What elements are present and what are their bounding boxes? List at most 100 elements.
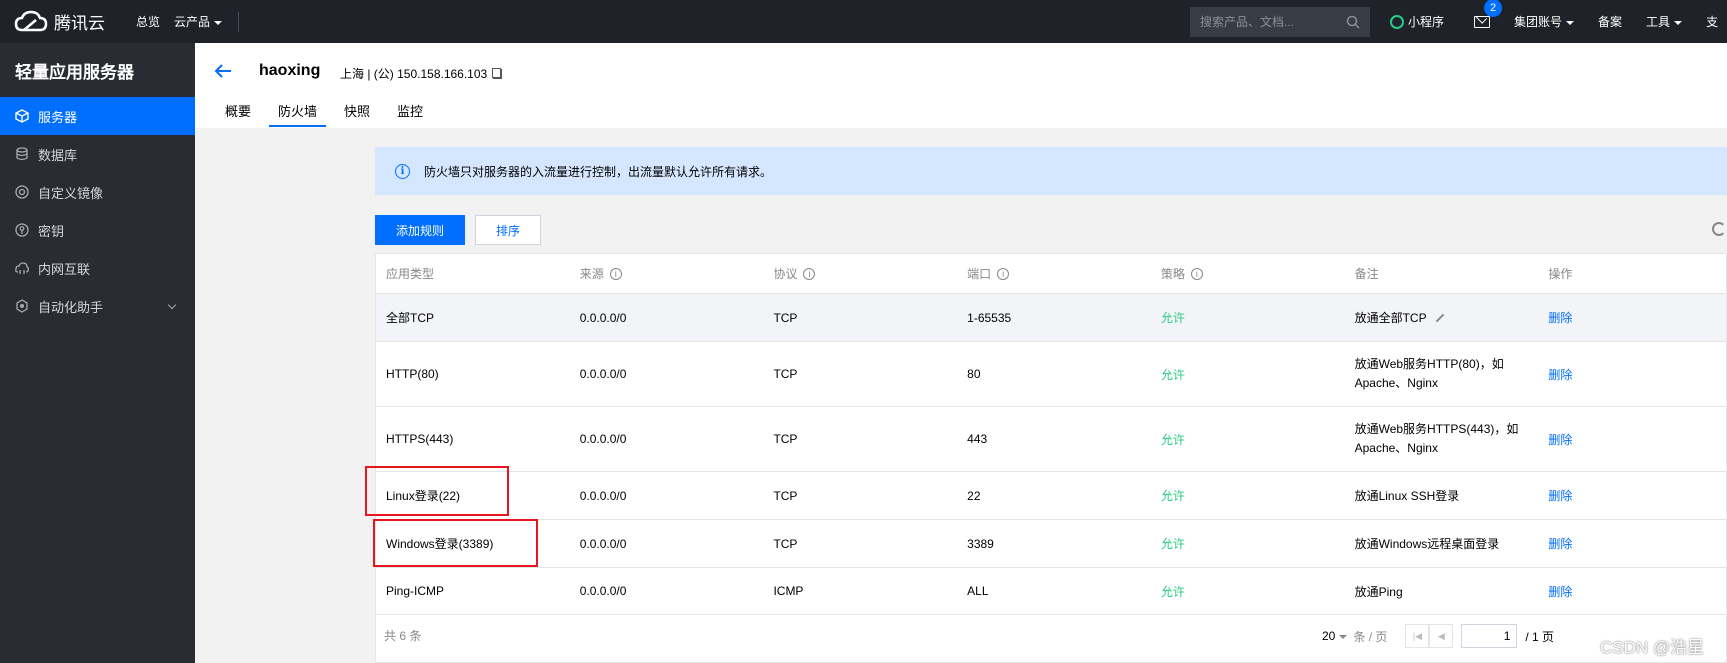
topbar-right: 搜索产品、文档... 小程序 2 集团账号 备案 工具 支 bbox=[1190, 0, 1718, 43]
table-row: HTTP(80) 0.0.0.0/0 TCP 80 允许 放通Web服务HTTP… bbox=[376, 342, 1726, 407]
total-count: 共 6 条 bbox=[384, 628, 422, 643]
sidebar-item-servers[interactable]: 服务器 bbox=[0, 97, 195, 135]
cell-source: 0.0.0.0/0 bbox=[579, 367, 627, 381]
nav-products-label: 云产品 bbox=[174, 15, 211, 29]
delete-button[interactable]: 删除 bbox=[1538, 309, 1726, 326]
table-row: 全部TCP 0.0.0.0/0 TCP 1-65535 允许 放通全部TCP 删… bbox=[376, 294, 1726, 342]
cube-icon bbox=[15, 109, 29, 123]
refresh-icon[interactable] bbox=[1712, 222, 1726, 236]
remark-line: 放通Web服务HTTPS(443)，如 bbox=[1354, 422, 1519, 436]
account-menu[interactable]: 集团账号 bbox=[1514, 13, 1575, 30]
robot-icon bbox=[15, 299, 29, 313]
disc-icon bbox=[15, 185, 29, 199]
mail-badge: 2 bbox=[1484, 0, 1503, 17]
sidebar-item-keys[interactable]: 密钥 bbox=[0, 211, 195, 249]
cell-port: 1-65535 bbox=[967, 310, 1012, 325]
page-number-input[interactable]: 1 bbox=[1461, 624, 1518, 648]
delete-button[interactable]: 删除 bbox=[1538, 535, 1726, 552]
back-arrow-icon[interactable] bbox=[213, 63, 233, 79]
col-header-port: 端口 i bbox=[957, 265, 1151, 282]
chevron-down-icon bbox=[1674, 20, 1683, 25]
highlight-box-linux bbox=[365, 466, 509, 516]
first-page-button[interactable]: |◀ bbox=[1405, 624, 1430, 648]
help-icon[interactable]: i bbox=[997, 267, 1010, 280]
support-link[interactable]: 支 bbox=[1706, 13, 1718, 30]
tab-monitor[interactable]: 监控 bbox=[397, 101, 423, 126]
cloud-link-icon bbox=[15, 261, 29, 275]
sidebar-item-automation[interactable]: 自动化助手 bbox=[0, 287, 195, 325]
sidebar-item-label: 内网互联 bbox=[38, 261, 91, 277]
page-size-value: 20 bbox=[1322, 629, 1336, 643]
col-header-label: 策略 bbox=[1160, 267, 1185, 281]
cell-port: 80 bbox=[967, 367, 981, 381]
col-header-label: 协议 bbox=[773, 267, 798, 281]
search-input[interactable]: 搜索产品、文档... bbox=[1190, 6, 1370, 37]
logo-text: 腾讯云 bbox=[54, 14, 105, 33]
cell-protocol: ICMP bbox=[773, 584, 804, 598]
sidebar-item-database[interactable]: 数据库 bbox=[0, 135, 195, 173]
delete-button[interactable]: 删除 bbox=[1538, 487, 1726, 504]
tencent-cloud-logo[interactable]: 腾讯云 bbox=[14, 9, 122, 34]
pagination: 20 条 / 页 |◀ ◀ 1 / 1 页 bbox=[1322, 624, 1554, 648]
col-header-action: 操作 bbox=[1548, 267, 1573, 281]
mini-program-link[interactable]: 小程序 bbox=[1390, 13, 1444, 30]
add-rule-button[interactable]: 添加规则 bbox=[375, 215, 465, 245]
beian-link[interactable]: 备案 bbox=[1598, 13, 1622, 30]
sidebar-item-intranet[interactable]: 内网互联 bbox=[0, 249, 195, 287]
col-header-source: 来源 i bbox=[570, 265, 764, 282]
sidebar-item-custom-image[interactable]: 自定义镜像 bbox=[0, 173, 195, 211]
cell-policy: 允许 bbox=[1160, 537, 1185, 551]
remark-line: 放通Web服务HTTP(80)，如 bbox=[1354, 357, 1504, 371]
cell-app-type: HTTP(80) bbox=[386, 367, 439, 381]
mail-icon[interactable]: 2 bbox=[1474, 0, 1503, 28]
help-icon[interactable]: i bbox=[1190, 267, 1203, 280]
sidebar: 轻量应用服务器 服务器 数据库 自定义镜像 密钥 内网互联 自动化助手 bbox=[0, 43, 195, 663]
prev-page-button[interactable]: ◀ bbox=[1429, 624, 1454, 648]
mini-program-label: 小程序 bbox=[1408, 15, 1445, 29]
tab-snapshot[interactable]: 快照 bbox=[344, 101, 370, 126]
tools-menu[interactable]: 工具 bbox=[1646, 13, 1683, 30]
edit-icon[interactable] bbox=[1435, 313, 1444, 322]
info-icon: i bbox=[395, 163, 410, 179]
delete-button[interactable]: 删除 bbox=[1538, 583, 1726, 600]
sidebar-title: 轻量应用服务器 bbox=[15, 62, 134, 82]
table-header: 应用类型 来源 i 协议 i 端口 i 策略 i 备注 操作 bbox=[376, 254, 1726, 294]
tab-overview[interactable]: 概要 bbox=[225, 101, 251, 126]
firewall-notice: i 防火墙只对服务器的入流量进行控制，出流量默认允许所有请求。 bbox=[375, 147, 1727, 195]
table-row: Linux登录(22) 0.0.0.0/0 TCP 22 允许 放通Linux … bbox=[376, 472, 1726, 520]
help-icon[interactable]: i bbox=[609, 267, 622, 280]
cloud-logo-icon bbox=[14, 10, 48, 31]
cell-source: 0.0.0.0/0 bbox=[579, 432, 627, 446]
cell-remark: 放通Web服务HTTP(80)，如 Apache、Nginx bbox=[1345, 355, 1539, 393]
cell-source: 0.0.0.0/0 bbox=[579, 536, 627, 551]
table-footer: 共 6 条 20 条 / 页 |◀ ◀ 1 / 1 页 bbox=[376, 615, 1726, 655]
copy-icon[interactable] bbox=[493, 68, 503, 79]
key-icon bbox=[15, 223, 29, 237]
database-icon bbox=[15, 147, 29, 161]
page-size-select[interactable]: 20 bbox=[1322, 629, 1348, 643]
cell-protocol: TCP bbox=[773, 367, 798, 381]
cell-app-type: 全部TCP bbox=[386, 311, 435, 325]
cell-remark: 放通Web服务HTTPS(443)，如 Apache、Nginx bbox=[1345, 420, 1539, 458]
cell-policy: 允许 bbox=[1160, 432, 1185, 447]
delete-button[interactable]: 删除 bbox=[1538, 366, 1726, 383]
sidebar-item-label: 数据库 bbox=[38, 147, 78, 163]
cell-policy: 允许 bbox=[1160, 311, 1185, 325]
col-header-remark: 备注 bbox=[1354, 267, 1379, 281]
cell-port: 22 bbox=[967, 488, 981, 503]
cell-source: 0.0.0.0/0 bbox=[579, 488, 627, 503]
nav-products[interactable]: 云产品 bbox=[174, 13, 223, 30]
tab-firewall[interactable]: 防火墙 bbox=[269, 101, 327, 127]
instance-location: 上海 | (公) 150.158.166.103 bbox=[340, 65, 503, 82]
sort-button[interactable]: 排序 bbox=[475, 215, 541, 245]
nav-overview[interactable]: 总览 bbox=[136, 13, 160, 30]
page-header: haoxing 上海 | (公) 150.158.166.103 概要 防火墙 … bbox=[195, 43, 1727, 128]
sidebar-item-label: 自动化助手 bbox=[38, 299, 104, 315]
firewall-rules-table: 应用类型 来源 i 协议 i 端口 i 策略 i 备注 操作 全部TCP 0.0.0.0… bbox=[375, 253, 1727, 663]
delete-button[interactable]: 删除 bbox=[1538, 431, 1726, 448]
cell-protocol: TCP bbox=[773, 488, 798, 503]
account-label: 集团账号 bbox=[1514, 15, 1563, 29]
help-icon[interactable]: i bbox=[803, 267, 816, 280]
watermark: CSDN @浩星 bbox=[1600, 638, 1705, 657]
top-navbar: 腾讯云 总览 云产品 搜索产品、文档... 小程序 2 集团账号 备案 工具 支 bbox=[0, 0, 1727, 43]
